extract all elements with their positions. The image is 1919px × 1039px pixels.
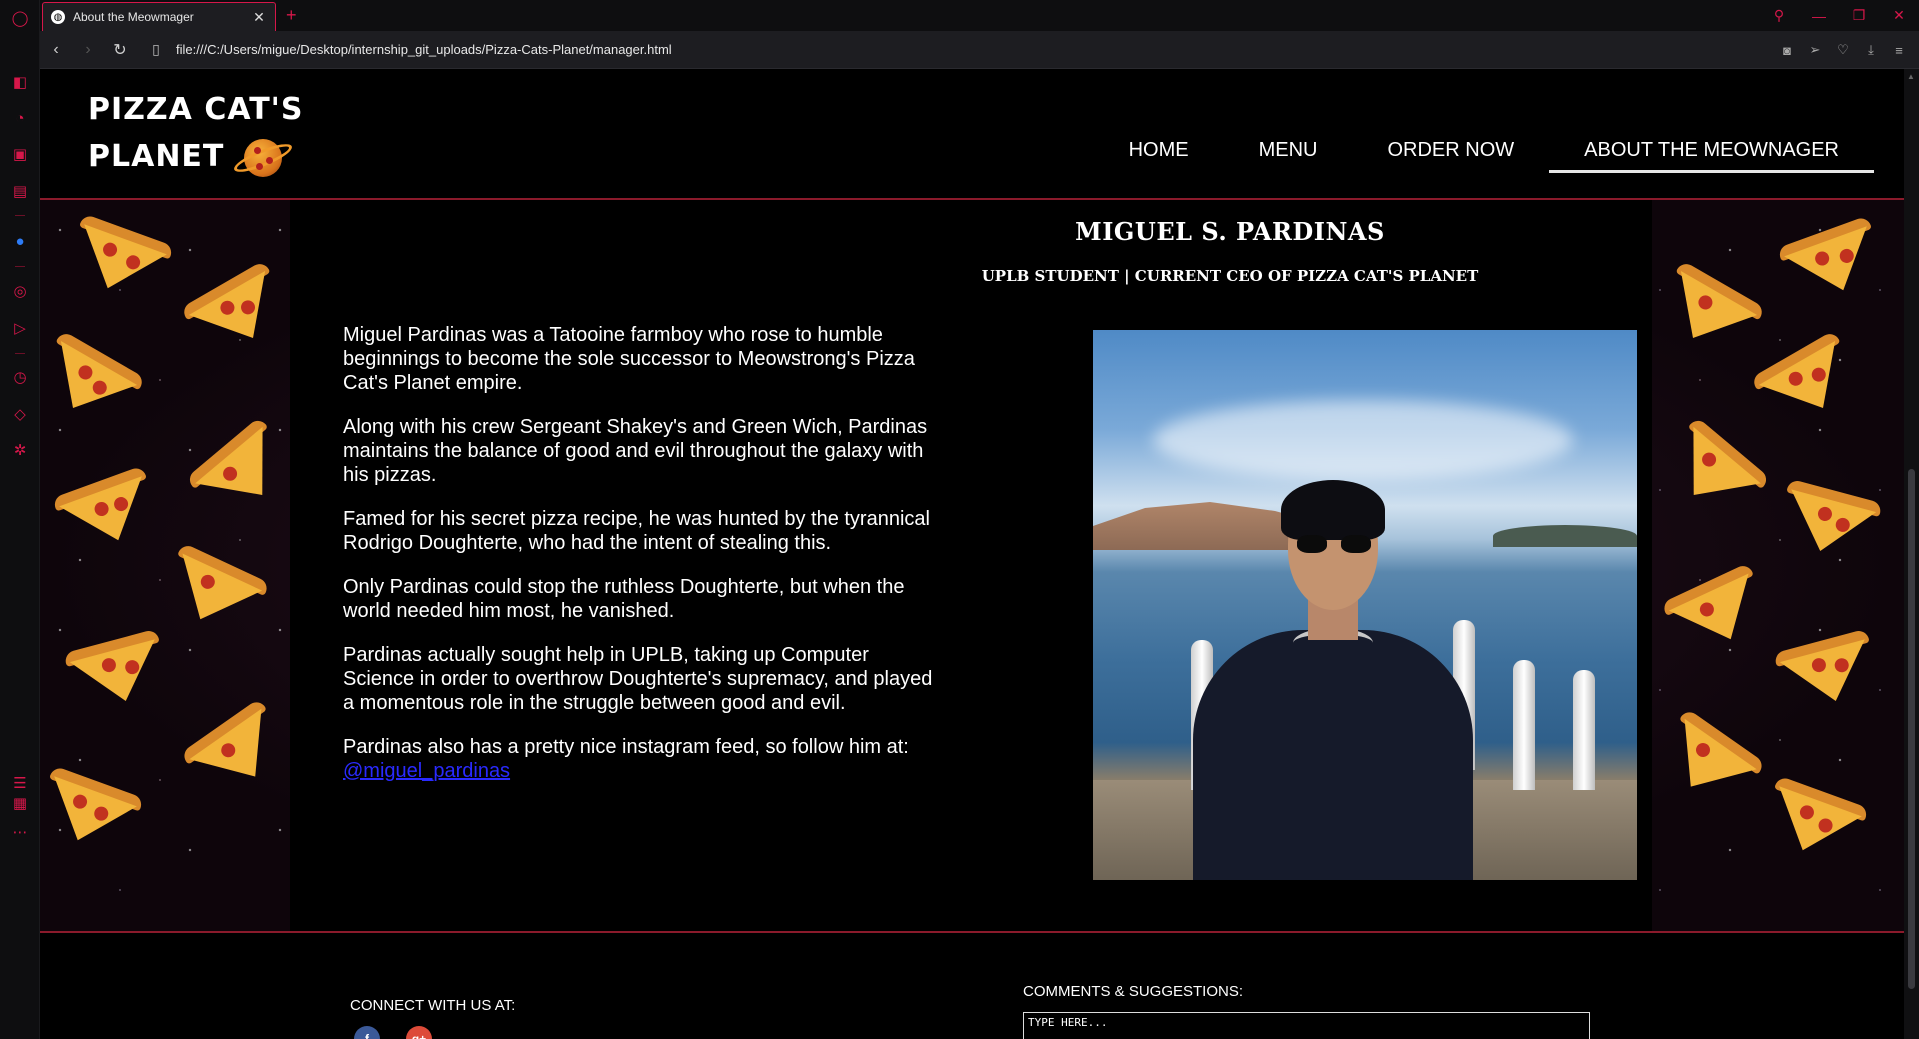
site-logo[interactable]: PIZZA CAT'S PLANET [88,87,303,181]
main-nav: HOME MENU ORDER NOW ABOUT THE MEOWNAGER [1094,127,1874,173]
url-field[interactable]: file:///C:/Users/migue/Desktop/internshi… [176,42,672,57]
site-footer: CONNECT WITH US AT: f g+ COMMENTS & SUGG… [40,933,1904,1039]
logo-line-1: PIZZA CAT'S [88,92,304,127]
close-tab-icon[interactable]: ✕ [251,9,267,26]
pizza-slice-icon [180,698,295,805]
about-paragraph: Along with his crew Sergeant Shakey's an… [343,416,928,486]
player-icon[interactable]: ◎ [10,281,30,301]
planet-icon [231,133,296,181]
messenger-icon[interactable]: ● [10,231,30,251]
more-icon[interactable]: ⋯ [10,822,30,842]
sidebar-separator [15,266,25,267]
active-tab[interactable]: ◍ About the Meowmager ✕ [42,2,276,31]
pizza-slice-icon [156,542,271,642]
nav-about-the-meownager[interactable]: ABOUT THE MEOWNAGER [1549,127,1874,173]
google-plus-icon[interactable]: g+ [406,1026,432,1039]
twitch-icon[interactable]: ▤ [10,181,30,201]
download-icon[interactable]: ⤓ [1857,42,1885,58]
comments-label: COMMENTS & SUGGESTIONS: [1023,983,1244,1000]
back-icon[interactable]: ‹ [40,41,72,59]
logo-line-2-text: PLANET [88,139,225,174]
pizza-slice-icon [1656,416,1771,528]
globe-icon: ◍ [51,10,65,24]
page-viewport: PIZZA CAT'S PLANET HOME MENU ORDER NOW A… [40,69,1904,1039]
pizza-slice-icon [40,765,145,859]
send-icon[interactable]: ▷ [10,318,30,338]
pizza-slice-icon [1776,215,1889,309]
pizza-slice-icon [1757,775,1870,869]
close-window-icon[interactable]: ✕ [1879,7,1919,24]
cube-icon[interactable]: ◇ [10,404,30,424]
sidebar-separator [15,215,25,216]
window-controls: ⚲ — ❐ ✕ [1759,0,1919,31]
forward-icon[interactable]: › [72,41,104,59]
instagram-prompt: Pardinas also has a pretty nice instagra… [343,736,909,758]
browser-logo-icon[interactable]: ◯ [10,8,30,28]
pizza-slice-icon [62,213,175,307]
pizza-slice-icon [1773,628,1882,716]
page-icon: ▯ [152,41,160,57]
nav-order-now[interactable]: ORDER NOW [1352,127,1549,173]
pizza-space-background: MIGUEL S. PARDINAS UPLB STUDENT | CURREN… [40,200,1904,933]
panel-icon[interactable]: ☰ [10,773,30,793]
search-icon[interactable]: ⚲ [1759,7,1799,24]
comment-input[interactable]: TYPE HERE... [1023,1012,1590,1039]
nav-menu[interactable]: MENU [1224,127,1353,173]
about-paragraph: Famed for his secret pizza recipe, he wa… [343,508,930,554]
about-paragraph: Pardinas actually sought help in UPLB, t… [343,644,933,714]
camera-icon[interactable]: ◙ [1773,43,1801,58]
minimize-icon[interactable]: — [1799,8,1839,24]
send-icon[interactable]: ➢ [1801,42,1829,58]
site-header: PIZZA CAT'S PLANET HOME MENU ORDER NOW A… [40,69,1904,200]
about-paragraph: Miguel Pardinas was a Tatooine farmboy w… [343,324,915,394]
pizza-slice-icon [185,416,301,528]
about-paragraph-instagram: Pardinas also has a pretty nice instagra… [343,735,943,783]
pizza-slice-icon [1750,330,1865,433]
address-bar: ‹ › ↻ ▯ file:///C:/Users/migue/Desktop/i… [40,31,1919,69]
reload-icon[interactable]: ↻ [104,40,136,60]
tab-strip: ◍ About the Meowmager ✕ + ⚲ — ❐ ✕ [40,0,1919,31]
page-scrollbar[interactable]: ▲ [1904,69,1919,1039]
about-text: Miguel Pardinas was a Tatooine farmboy w… [343,323,943,803]
pizza-slice-icon [40,330,146,433]
sidebar-separator [15,353,25,354]
settings-icon[interactable]: ✲ [10,440,30,460]
restore-icon[interactable]: ❐ [1839,7,1879,24]
pizza-slice-icon [63,628,172,716]
speedometer-icon[interactable]: ◔ [10,108,30,128]
gamepad-icon[interactable]: ◧ [10,72,30,92]
instagram-link[interactable]: @miguel_pardinas [343,760,510,782]
pizza-slice-icon [51,465,164,559]
profile-name: MIGUEL S. PARDINAS [1075,217,1385,246]
extensions-icon[interactable]: ▦ [10,793,30,813]
nav-home[interactable]: HOME [1094,127,1224,173]
pizza-slice-icon [180,260,295,363]
pizza-slice-icon [1650,260,1766,363]
about-paragraph: Only Pardinas could stop the ruthless Do… [343,576,905,622]
profile-photo [1093,330,1637,880]
bag-icon[interactable]: ▣ [10,144,30,164]
logo-line-2: PLANET [88,133,303,181]
connect-label: CONNECT WITH US AT: [350,997,516,1014]
menu-icon[interactable]: ≡ [1885,43,1913,58]
pizza-slice-icon [1773,478,1883,566]
about-content-panel: MIGUEL S. PARDINAS UPLB STUDENT | CURREN… [290,200,1652,931]
pizza-slice-icon [1650,708,1766,815]
heart-icon[interactable]: ♡ [1829,42,1857,58]
browser-sidebar: ◯ ◧ ◔ ▣ ▤ ● ◎ ▷ ◷ ◇ ✲ ☰ ▦ ⋯ [0,0,40,1039]
tab-title: About the Meowmager [73,10,194,24]
new-tab-icon[interactable]: + [286,5,297,26]
history-icon[interactable]: ◷ [10,367,30,387]
profile-subtitle: UPLB STUDENT | CURRENT CEO OF PIZZA CAT'… [981,267,1479,285]
address-actions: ◙ ➢ ♡ ⤓ ≡ [1773,31,1913,69]
facebook-icon[interactable]: f [354,1026,380,1039]
scroll-thumb[interactable] [1908,469,1915,989]
pizza-slice-icon [1660,562,1775,662]
scroll-up-icon[interactable]: ▲ [1907,72,1915,81]
